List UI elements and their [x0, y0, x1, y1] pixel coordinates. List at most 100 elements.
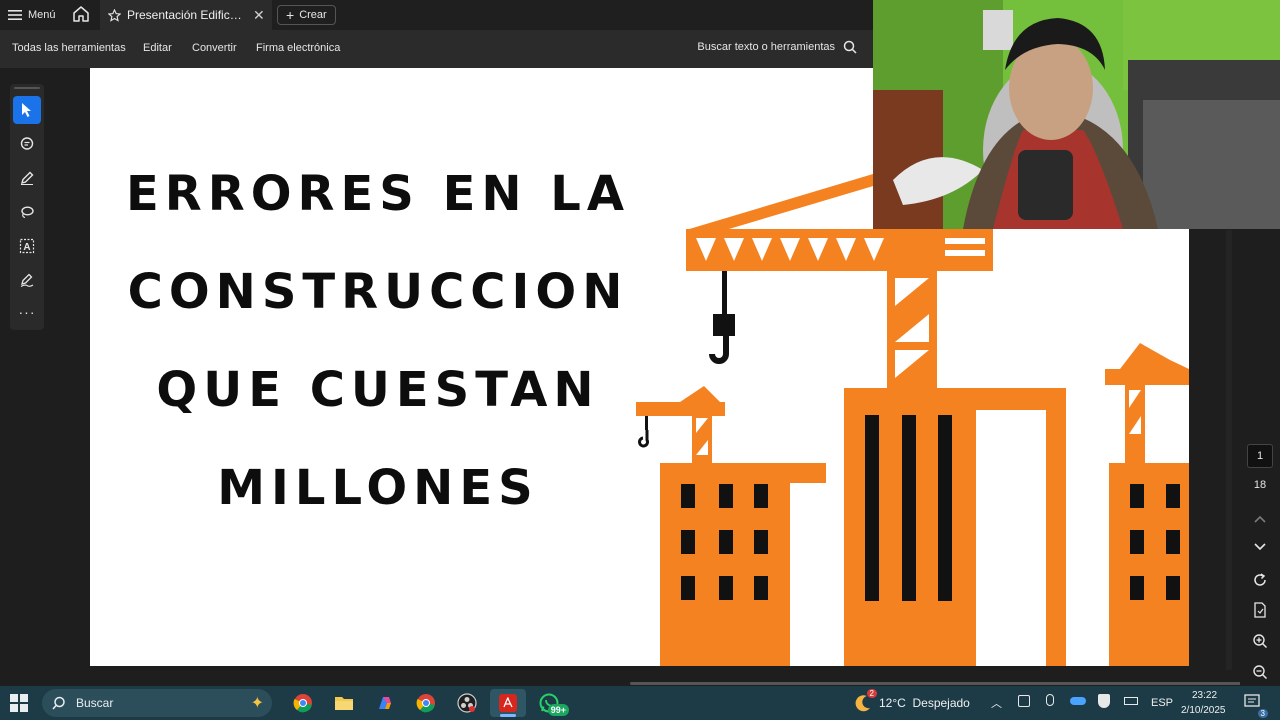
- hamburger-icon: [8, 10, 22, 20]
- current-page-number[interactable]: 1: [1247, 444, 1273, 468]
- start-button[interactable]: [10, 694, 28, 712]
- weather-moon-icon: 2: [853, 689, 877, 713]
- crane-mast: [887, 229, 937, 389]
- copilot-icon: [379, 697, 391, 709]
- obs-app[interactable]: [449, 689, 485, 717]
- taskbar-search-box[interactable]: Buscar ✦: [42, 689, 272, 717]
- copilot-sparkle-icon: ✦: [250, 695, 264, 712]
- more-icon: ···: [18, 304, 36, 320]
- windows-taskbar: Buscar ✦ 99+ 2 12°C Despejado ︿ ESP 23:2…: [0, 686, 1280, 720]
- crane-cable: [722, 271, 727, 316]
- whatsapp-badge: 99+: [547, 704, 569, 716]
- zoom-out-button[interactable]: [1250, 662, 1270, 682]
- select-tool-button[interactable]: [13, 96, 41, 124]
- convert-menu[interactable]: Convertir: [192, 42, 237, 54]
- chrome-app[interactable]: [285, 689, 321, 717]
- weather-widget[interactable]: 2 12°C Despejado: [853, 689, 970, 713]
- menu-button[interactable]: Menú: [8, 5, 56, 25]
- weather-badge: 2: [866, 689, 877, 698]
- chevron-up-icon: [1254, 515, 1266, 523]
- draw-tool-button[interactable]: [13, 198, 41, 226]
- folder-icon: [335, 697, 353, 710]
- sign-tool-button[interactable]: [13, 266, 41, 294]
- document-tab[interactable]: Presentación Edificac... ✕: [100, 0, 272, 30]
- lasso-icon: [21, 206, 34, 219]
- webcam-picture: [873, 0, 1280, 229]
- search-icon: [52, 696, 65, 710]
- tab-title: Presentación Edificac...: [127, 8, 245, 22]
- text-tool-button[interactable]: A: [13, 232, 41, 260]
- total-pages-number: 18: [1253, 479, 1267, 491]
- search-tools-label: Buscar texto o herramientas: [697, 41, 835, 53]
- language-indicator[interactable]: ESP: [1151, 697, 1173, 709]
- onedrive-icon[interactable]: [1070, 697, 1086, 705]
- weather-text: 12°C Despejado: [879, 696, 970, 710]
- battery-icon[interactable]: [1124, 697, 1138, 705]
- left-tool-rail: A ···: [0, 68, 90, 686]
- search-icon: [843, 40, 857, 54]
- previous-page-button[interactable]: [1250, 509, 1270, 529]
- meet-now-icon[interactable]: [1018, 695, 1030, 707]
- create-label: Crear: [299, 9, 327, 21]
- right-crane-peak: [1120, 343, 1189, 369]
- close-tab-icon[interactable]: ✕: [253, 7, 265, 24]
- copilot-app[interactable]: [367, 689, 403, 717]
- notifications-badge: 3: [1257, 709, 1268, 718]
- search-tools-button[interactable]: Buscar texto o herramientas: [697, 40, 857, 54]
- acrobat-app[interactable]: [490, 689, 526, 717]
- crane-hook-block: [713, 314, 735, 336]
- vertical-scrollbar[interactable]: [1226, 230, 1232, 670]
- security-icon[interactable]: [1098, 694, 1110, 708]
- chevron-down-icon: [1254, 543, 1266, 551]
- svg-text:A: A: [23, 242, 30, 253]
- chrome-profile-app[interactable]: [408, 689, 444, 717]
- clock-date[interactable]: 2/10/2025: [1181, 705, 1226, 716]
- highlight-tool-button[interactable]: [13, 164, 41, 192]
- home-icon: [73, 6, 89, 22]
- pen-icon: [20, 171, 34, 185]
- building-left-ledge: [790, 463, 826, 483]
- more-tools-button[interactable]: ···: [13, 298, 41, 326]
- extract-page-button[interactable]: [1250, 600, 1270, 620]
- show-hidden-icons[interactable]: ︿: [991, 695, 1002, 711]
- active-app-indicator: [500, 714, 516, 717]
- small-crane-peak: [680, 386, 720, 402]
- home-button[interactable]: [72, 5, 92, 25]
- comment-icon: [20, 137, 34, 150]
- notification-icon: [1244, 694, 1260, 707]
- plus-icon: +: [286, 7, 295, 23]
- chrome-icon: [416, 694, 435, 713]
- webcam-overlay: [873, 0, 1280, 229]
- notifications-button[interactable]: 3: [1244, 694, 1268, 718]
- obs-icon: [457, 693, 477, 713]
- comment-tool-button[interactable]: [13, 130, 41, 158]
- zoom-in-button[interactable]: [1250, 631, 1270, 651]
- clock-time[interactable]: 23:22: [1192, 690, 1217, 701]
- zoom-in-icon: [1253, 634, 1268, 649]
- panel-grip[interactable]: [14, 87, 40, 89]
- all-tools-menu[interactable]: Todas las herramientas: [12, 42, 126, 54]
- search-placeholder: Buscar: [76, 696, 114, 710]
- rotate-button[interactable]: [1250, 570, 1270, 590]
- whatsapp-app[interactable]: 99+: [531, 689, 569, 717]
- chrome-icon: [293, 694, 312, 713]
- quick-tools-panel: A ···: [10, 84, 44, 330]
- document-icon: [1254, 602, 1266, 618]
- edit-menu[interactable]: Editar: [143, 42, 172, 54]
- rotate-icon: [1254, 573, 1266, 586]
- create-button[interactable]: + Crear: [277, 5, 336, 25]
- signature-icon: [20, 273, 34, 287]
- microphone-icon[interactable]: [1046, 694, 1054, 706]
- main-toolbar: Todas las herramientas Editar Convertir …: [0, 30, 873, 68]
- menu-label: Menú: [28, 9, 56, 21]
- horizontal-scrollbar[interactable]: [90, 666, 1280, 686]
- star-icon[interactable]: [108, 8, 121, 22]
- e-sign-menu[interactable]: Firma electrónica: [256, 42, 340, 54]
- windows-logo-icon: [10, 694, 28, 712]
- file-explorer-app[interactable]: [326, 689, 362, 717]
- next-page-button[interactable]: [1250, 537, 1270, 557]
- acrobat-icon: [499, 694, 517, 712]
- scroll-thumb[interactable]: [630, 682, 1280, 685]
- zoom-out-icon: [1253, 665, 1268, 680]
- crane-hook: [709, 336, 729, 364]
